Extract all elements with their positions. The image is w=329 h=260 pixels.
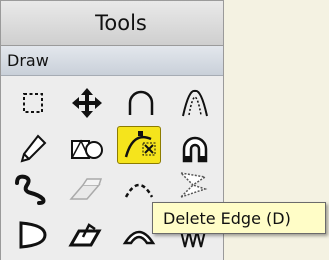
pencil-tool[interactable] [11,130,55,168]
extrude-tool[interactable] [63,216,107,254]
eraser-icon [69,178,103,200]
shapes-icon [70,139,103,159]
draw-section-header[interactable]: Draw [1,46,223,76]
tooltip-text: Delete Edge (D) [163,208,291,228]
tooltip: Delete Edge (D) [152,202,326,234]
extrude-icon [68,223,102,247]
triangles-icon [178,171,208,198]
freehand-tool[interactable] [9,170,53,208]
magnet-icon [182,136,208,163]
panel-title: Tools [95,11,147,35]
delete-edge-icon [124,131,156,158]
panel-header: Tools [1,0,223,46]
dotted-arc-icon [182,89,208,117]
polygon-tool[interactable] [11,216,55,254]
move-tool[interactable] [65,84,109,122]
rectangular-marquee-icon [23,93,43,113]
arc-tool[interactable] [119,84,163,122]
delete-edge-tool[interactable] [117,126,161,164]
move-arrows-icon [72,88,102,118]
eraser-tool[interactable] [63,170,107,208]
arc-curve-icon [128,90,154,115]
freehand-curve-icon [15,174,46,205]
dotted-arc-tool[interactable] [173,84,217,122]
triangles-tool[interactable] [171,166,215,204]
section-label: Draw [7,51,49,70]
pencil-icon [20,134,47,163]
polygon-icon [19,221,47,249]
rectangular-marquee-tool[interactable] [11,84,55,122]
magnet-tool[interactable] [173,130,217,168]
shapes-tool[interactable] [65,130,109,168]
